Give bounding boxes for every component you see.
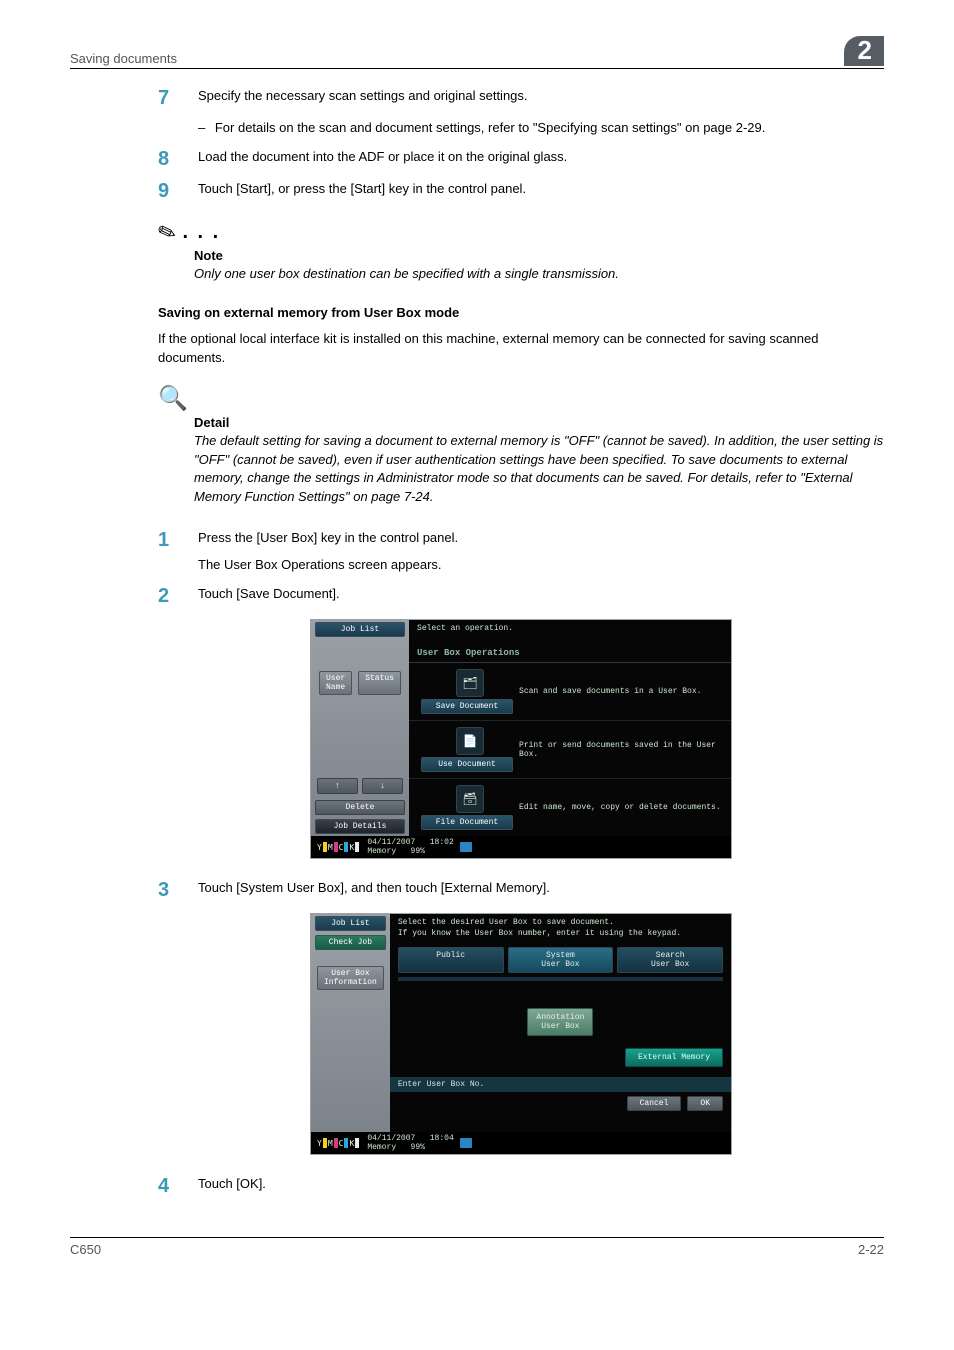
cancel-button[interactable]: Cancel	[627, 1096, 682, 1111]
panel2-date: 04/11/2007	[367, 1134, 415, 1143]
save-document-desc: Scan and save documents in a User Box.	[519, 687, 725, 696]
use-document-icon: 📄	[456, 727, 484, 755]
use-document-button[interactable]: Use Document	[421, 757, 513, 772]
step-text: Specify the necessary scan settings and …	[198, 87, 884, 106]
ok-button[interactable]: OK	[687, 1096, 723, 1111]
detail-block: 🔍 Detail The default setting for saving …	[158, 384, 884, 507]
panel2-statusbar: Y M C K 04/11/2007 18:04 Memory 99%	[311, 1132, 731, 1154]
panel1-memory-label: Memory	[367, 847, 396, 856]
note-pencil-icon: ✎	[154, 217, 180, 248]
status-chip[interactable]: Status	[358, 671, 401, 695]
file-document-icon: 🗃	[456, 785, 484, 813]
step-8: 8 Load the document into the ADF or plac…	[158, 148, 884, 170]
detail-body: The default setting for saving a documen…	[194, 432, 884, 507]
job-details-button[interactable]: Job Details	[315, 819, 405, 834]
job-list-button[interactable]: Job List	[315, 622, 405, 637]
op-file-row: 🗃 File Document Edit name, move, copy or…	[409, 779, 731, 836]
tab-search-user-box[interactable]: Search User Box	[617, 947, 723, 973]
step-1: 1 Press the [User Box] key in the contro…	[158, 529, 884, 575]
op-use-row: 📄 Use Document Print or send documents s…	[409, 721, 731, 779]
arrow-down-button[interactable]: ↓	[362, 778, 403, 794]
step-text: Touch [Start], or press the [Start] key …	[198, 180, 884, 199]
step-3: 3 Touch [System User Box], and then touc…	[158, 879, 884, 901]
tab-public[interactable]: Public	[398, 947, 504, 973]
save-document-button[interactable]: Save Document	[421, 699, 513, 714]
step-text: Load the document into the ADF or place …	[198, 148, 884, 167]
detail-label: Detail	[194, 415, 884, 430]
footer-left: C650	[70, 1242, 101, 1257]
step-number: 4	[158, 1175, 198, 1197]
step-7-sub-text: For details on the scan and document set…	[215, 120, 766, 135]
job-list-button[interactable]: Job List	[315, 916, 386, 931]
step-2: 2 Touch [Save Document].	[158, 585, 884, 607]
section-title: Saving on external memory from User Box …	[158, 305, 884, 320]
status-indicator-icon	[460, 1138, 472, 1148]
note-dots-icon: . . .	[182, 221, 220, 244]
panel2-prompt2: If you know the User Box number, enter i…	[390, 929, 731, 943]
step-number: 9	[158, 180, 198, 202]
panel2-memory-val: 99%	[411, 1143, 425, 1152]
file-document-desc: Edit name, move, copy or delete document…	[519, 803, 725, 812]
file-document-button[interactable]: File Document	[421, 815, 513, 830]
running-head-section: Saving documents	[70, 51, 177, 66]
dash-icon: –	[198, 120, 205, 135]
screenshot-select-user-box: Job List Check Job User Box Information …	[310, 913, 732, 1155]
screenshot-user-box-operations: Job List User Name Status ↑ ↓ Delete	[310, 619, 732, 859]
footer-right: 2-22	[858, 1242, 884, 1257]
tab-system-user-box[interactable]: System User Box	[508, 947, 614, 973]
arrow-up-button[interactable]: ↑	[317, 778, 358, 794]
step-1-text: Press the [User Box] key in the control …	[198, 529, 884, 548]
step-9: 9 Touch [Start], or press the [Start] ke…	[158, 180, 884, 202]
panel1-date: 04/11/2007	[367, 838, 415, 847]
panel1-time: 18:02	[430, 838, 454, 847]
enter-user-box-no-label: Enter User Box No.	[390, 1077, 731, 1092]
delete-button[interactable]: Delete	[315, 800, 405, 815]
step-4: 4 Touch [OK].	[158, 1175, 884, 1197]
note-block: ✎ . . . Note Only one user box destinati…	[158, 220, 884, 283]
chapter-badge: 2	[844, 36, 884, 66]
note-label: Note	[194, 248, 884, 263]
panel1-subheader: User Box Operations	[409, 644, 731, 663]
step-4-text: Touch [OK].	[198, 1175, 884, 1194]
user-box-info-chip[interactable]: User Box Information	[317, 966, 384, 990]
ymck-icon: Y M C K	[317, 842, 359, 852]
step-1-text2: The User Box Operations screen appears.	[198, 556, 884, 575]
page-footer: C650 2-22	[70, 1237, 884, 1281]
panel2-time: 18:04	[430, 1134, 454, 1143]
user-name-chip[interactable]: User Name	[319, 671, 352, 695]
use-document-desc: Print or send documents saved in the Use…	[519, 741, 725, 759]
ymck-icon: Y M C K	[317, 1138, 359, 1148]
panel1-prompt: Select an operation.	[409, 620, 731, 638]
step-7: 7 Specify the necessary scan settings an…	[158, 87, 884, 109]
step-number: 8	[158, 148, 198, 170]
step-number: 2	[158, 585, 198, 607]
step-number: 3	[158, 879, 198, 901]
step-3-text: Touch [System User Box], and then touch …	[198, 879, 884, 898]
step-number: 7	[158, 87, 198, 109]
check-job-button[interactable]: Check Job	[315, 935, 386, 950]
step-number: 1	[158, 529, 198, 551]
panel1-memory-val: 99%	[411, 847, 425, 856]
detail-magnifier-icon: 🔍	[158, 384, 884, 413]
annotation-user-box-button[interactable]: Annotation User Box	[527, 1008, 593, 1036]
note-body: Only one user box destination can be spe…	[194, 265, 884, 283]
running-head: Saving documents 2	[70, 36, 884, 69]
step-7-sub: – For details on the scan and document s…	[198, 119, 884, 138]
op-save-row: 🗂 Save Document Scan and save documents …	[409, 663, 731, 721]
save-document-icon: 🗂	[456, 669, 484, 697]
section-body: If the optional local interface kit is i…	[158, 330, 884, 368]
external-memory-button[interactable]: External Memory	[625, 1048, 723, 1067]
panel1-statusbar: Y M C K 04/11/2007 18:02 Memory 99%	[311, 836, 731, 858]
status-indicator-icon	[460, 842, 472, 852]
step-2-text: Touch [Save Document].	[198, 585, 884, 604]
panel2-prompt1: Select the desired User Box to save docu…	[390, 914, 731, 928]
panel2-memory-label: Memory	[367, 1143, 396, 1152]
